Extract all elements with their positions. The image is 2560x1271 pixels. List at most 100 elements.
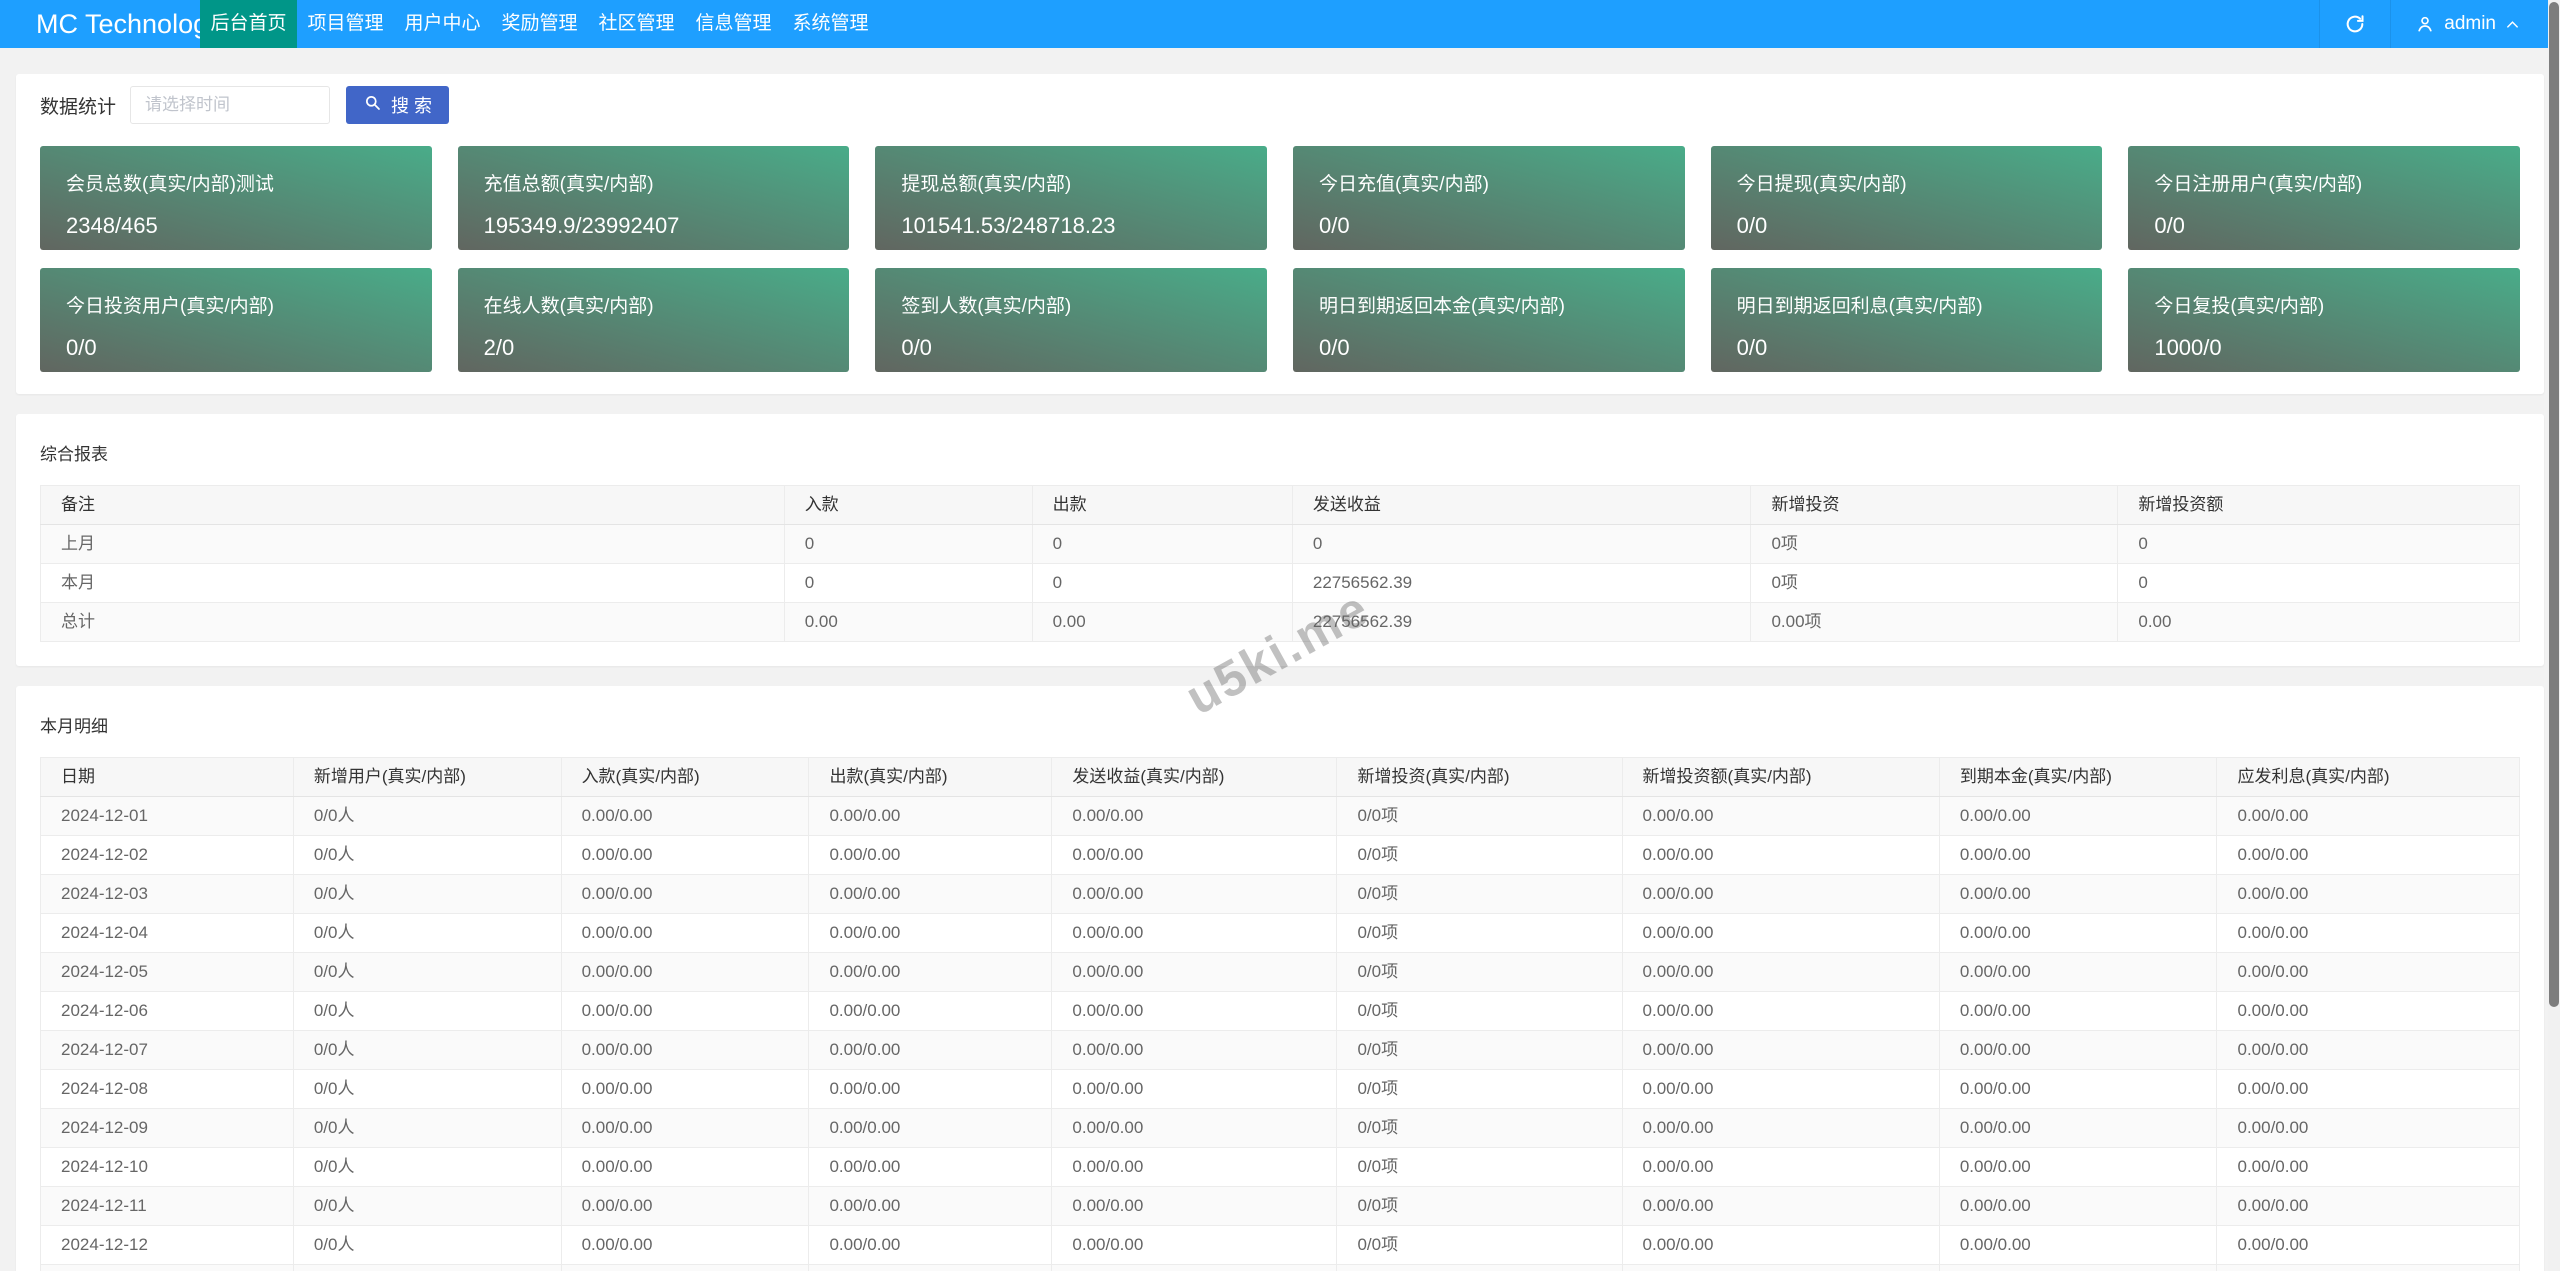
cell: 2024-12-06 [40,991,294,1031]
table-row: 本月 0 0 22756562.39 0项 0 [40,563,2520,603]
cell: 0.00/0.00 [1051,1147,1338,1187]
cell: 0.00/0.00 [560,1264,810,1271]
cell: 2024-12-04 [40,913,294,953]
cell: 0 [783,524,1033,564]
cell: 0/0人 [292,835,562,875]
cell: 0.00/0.00 [808,874,1053,914]
top-navbar: MC Technology 后台首页 项目管理 用户中心 奖励管理 社区管理 信… [0,0,2560,48]
stat-card: 在线人数(真实/内部) 2/0 [457,268,850,372]
nav-item[interactable]: 系统管理 [782,0,879,48]
cell: 0.00 [1031,602,1293,642]
cell: 0.00/0.00 [808,991,1053,1031]
cell: 2024-12-13 [40,1264,294,1271]
cell: 0.00/0.00 [1051,1225,1338,1265]
stat-card: 今日提现(真实/内部) 0/0 [1710,146,2103,250]
column-header: 入款(真实/内部) [560,757,810,797]
cell: 0.00/0.00 [560,1069,810,1109]
cell: 2024-12-08 [40,1069,294,1109]
month-detail-header-row: 日期 新增用户(真实/内部) 入款(真实/内部) 出款(真实/内部) 发送收益(真实/内… [40,757,2520,797]
stat-card-value: 0/0 [901,335,932,360]
stat-card-value: 0/0 [2154,213,2185,238]
cell: 0/0项 [1336,991,1623,1031]
cell: 0.00/0.00 [1051,1264,1338,1271]
cell: 0.00/0.00 [560,796,810,836]
cell: 0.00/0.00 [1051,991,1338,1031]
cell: 0.00/0.00 [1938,1108,2218,1148]
nav-item[interactable]: 社区管理 [588,0,685,48]
nav-item[interactable]: 用户中心 [394,0,491,48]
cell: 0.00/0.00 [1621,991,1940,1031]
cell: 0.00/0.00 [808,913,1053,953]
cell: 0.00/0.00 [1938,1069,2218,1109]
cell: 0.00/0.00 [1621,1030,1940,1070]
cell: 0项 [1750,563,2119,603]
table-row: 2024-12-13 0/0人 0.00/0.00 0.00/0.00 0.00… [40,1264,2520,1271]
cell: 0 [2117,524,2520,564]
search-icon [363,93,382,117]
search-button[interactable]: 搜 索 [346,86,450,124]
cell: 0/0项 [1336,874,1623,914]
cell: 0/0项 [1336,1147,1623,1187]
stat-card-title: 今日提现(真实/内部) [1736,174,1907,195]
refresh-icon [2344,13,2366,35]
refresh-button[interactable] [2319,0,2390,48]
table-row: 2024-12-01 0/0人 0.00/0.00 0.00/0.00 0.00… [40,796,2520,836]
stat-card-value: 101541.53/248718.23 [901,213,1116,238]
cell: 0.00/0.00 [560,1108,810,1148]
stat-card: 今日注册用户(真实/内部) 0/0 [2128,146,2520,250]
date-range-input[interactable] [130,86,331,124]
cell: 2024-12-09 [40,1108,294,1148]
cell: 0/0项 [1336,952,1623,992]
cell: 0.00/0.00 [1621,835,1940,875]
cell: 0.00/0.00 [2216,796,2520,836]
cell: 0/0项 [1336,913,1623,953]
table-row: 2024-12-02 0/0人 0.00/0.00 0.00/0.00 0.00… [40,835,2520,875]
cell: 0.00/0.00 [1938,952,2218,992]
cell: 2024-12-12 [40,1225,294,1265]
stat-card-value: 2348/465 [66,213,158,238]
nav-item[interactable]: 信息管理 [685,0,782,48]
cell: 0.00/0.00 [1938,1030,2218,1070]
user-menu[interactable]: admin [2390,0,2544,48]
cell: 0/0人 [292,1069,562,1109]
cell: 0/0项 [1336,1069,1623,1109]
cell: 0/0人 [292,1186,562,1226]
cell: 0.00/0.00 [808,1186,1053,1226]
cell: 0.00/0.00 [2216,874,2520,914]
stats-section-label: 数据统计 [40,96,117,118]
month-detail-panel: 本月明细 日期 新增用户(真实/内部) 入款(真实/内部) 出款(真实/内部) 发送收益… [16,686,2544,1271]
cell: 2024-12-10 [40,1147,294,1187]
scrollbar[interactable] [2548,0,2560,1271]
cell: 0.00/0.00 [560,991,810,1031]
table-row: 2024-12-07 0/0人 0.00/0.00 0.00/0.00 0.00… [40,1030,2520,1070]
column-header: 新增用户(真实/内部) [292,757,562,797]
stat-card: 充值总额(真实/内部) 195349.9/23992407 [457,146,850,250]
cell: 0.00/0.00 [1051,1108,1338,1148]
cell: 0.00 [783,602,1033,642]
column-header: 到期本金(真实/内部) [1938,757,2218,797]
cell: 0.00/0.00 [560,1030,810,1070]
cell: 0 [1031,563,1293,603]
cell: 0.00/0.00 [1621,1147,1940,1187]
nav-item[interactable]: 奖励管理 [491,0,588,48]
cell: 0.00/0.00 [808,1108,1053,1148]
cell: 0.00/0.00 [1621,1108,1940,1148]
username: admin [2444,13,2496,34]
nav-item[interactable]: 后台首页 [200,0,297,48]
scrollbar-thumb[interactable] [2549,2,2559,1007]
cell: 0.00/0.00 [808,796,1053,836]
table-row: 2024-12-03 0/0人 0.00/0.00 0.00/0.00 0.00… [40,874,2520,914]
cell: 0.00/0.00 [1938,1147,2218,1187]
cell: 0/0项 [1336,1264,1623,1271]
cell: 0/0人 [292,952,562,992]
summary-report-title: 综合报表 [40,445,108,464]
column-header: 出款 [1031,485,1293,525]
stat-card-value: 1000/0 [2154,335,2222,360]
stat-card: 明日到期返回利息(真实/内部) 0/0 [1710,268,2103,372]
cell: 0 [1291,524,1752,564]
stat-card-value: 0/0 [1736,213,1768,238]
cell: 0.00 [2117,602,2520,642]
cell: 0/0人 [292,874,562,914]
main-content: 数据统计 搜 索 会员总数(真实/内部)测试 2348/465 [0,74,2560,1271]
nav-item[interactable]: 项目管理 [297,0,394,48]
